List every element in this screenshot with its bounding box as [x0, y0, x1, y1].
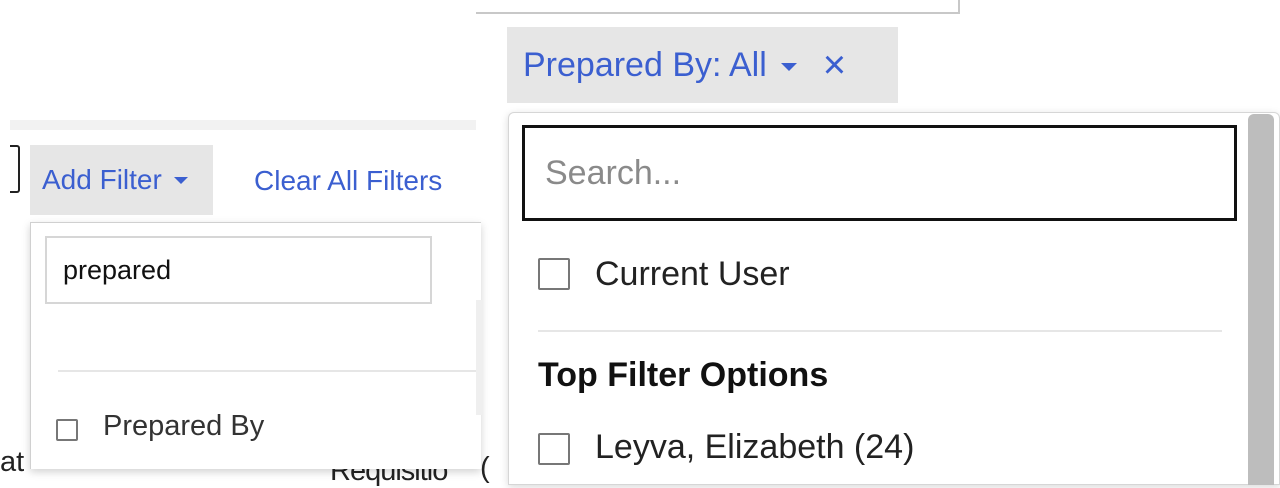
filter-search-input[interactable] [45, 236, 432, 304]
prepared-by-option-label[interactable]: Prepared By [103, 410, 264, 443]
background-panel-edge [476, 300, 482, 415]
current-user-checkbox[interactable] [538, 258, 570, 290]
add-filter-button[interactable]: Add Filter [30, 145, 213, 215]
prepared-by-filter-chip[interactable]: Prepared By: All × [507, 27, 898, 103]
dropdown-divider [538, 330, 1222, 332]
chevron-down-icon [780, 62, 797, 71]
prepared-by-checkbox[interactable] [56, 419, 78, 441]
background-text-fragment: at [0, 446, 25, 478]
prepared-by-chip-toggle[interactable]: Prepared By: All [523, 46, 797, 85]
add-filter-label: Add Filter [42, 164, 162, 195]
dropdown-scrollbar[interactable] [1248, 114, 1274, 485]
section-heading: Top Filter Options [538, 356, 829, 394]
background-text-fragment: ( [480, 452, 490, 484]
prepared-by-chip-label: Prepared By: All [523, 45, 767, 84]
chevron-down-icon [173, 176, 188, 184]
clear-all-filters-link[interactable]: Clear All Filters [254, 165, 442, 199]
close-icon[interactable]: × [823, 45, 846, 85]
current-user-label[interactable]: Current User [595, 255, 790, 294]
search-input[interactable] [522, 125, 1237, 221]
filter-option-label[interactable]: Leyva, Elizabeth (24) [595, 428, 914, 467]
filter-option-checkbox[interactable] [538, 433, 570, 465]
toolbar-top-border [10, 120, 476, 130]
toolbar-search-input-edge[interactable] [10, 145, 20, 193]
dropdown-divider [58, 370, 476, 372]
container-edge [476, 0, 960, 14]
